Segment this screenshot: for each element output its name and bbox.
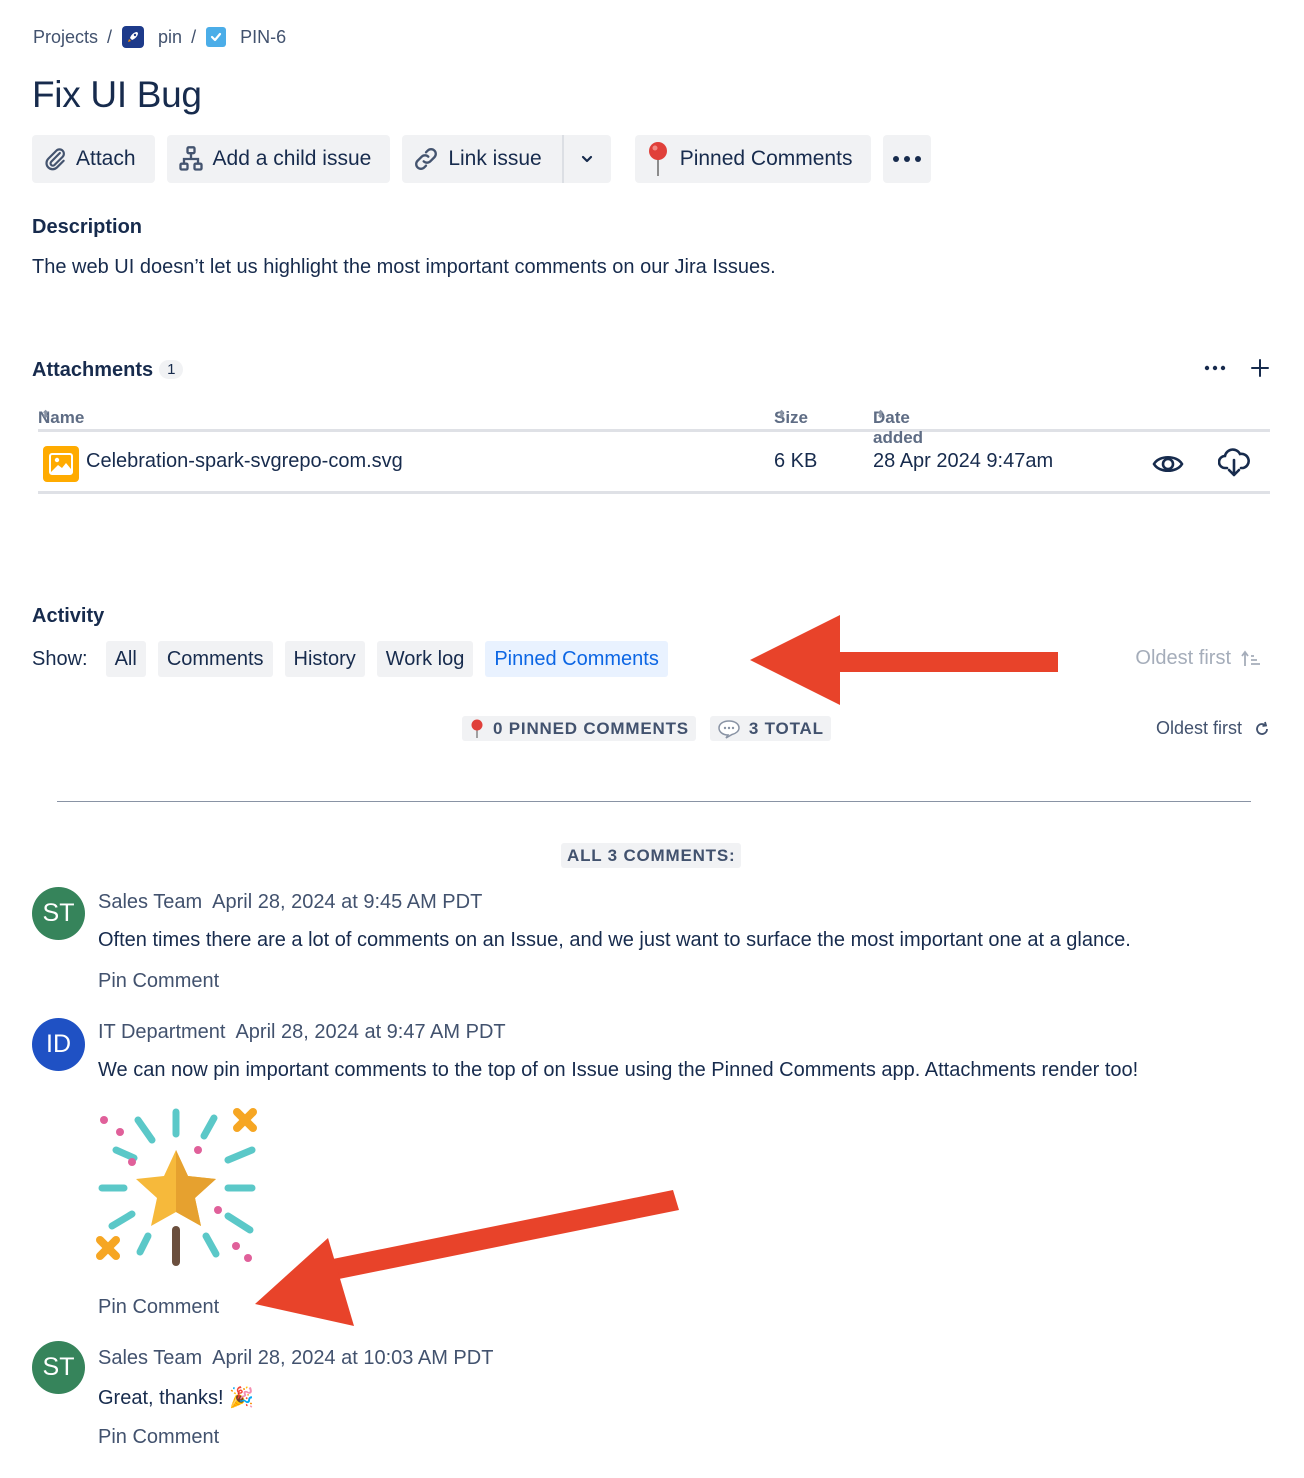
speech-bubble-icon [718, 719, 740, 739]
avatar: ID [32, 1018, 85, 1071]
comment-header: Sales Team April 28, 2024 at 9:45 AM PDT [98, 891, 482, 914]
eye-icon[interactable] [1152, 451, 1184, 477]
pinned-stats: 0 PINNED COMMENTS 3 TOTAL [462, 716, 831, 741]
filter-history[interactable]: History [284, 641, 365, 677]
sort-ascending-icon [1241, 650, 1260, 666]
task-checkbox-icon [206, 27, 227, 47]
comment-timestamp: April 28, 2024 at 10:03 AM PDT [212, 1347, 494, 1369]
attachments-count-badge: 1 [159, 360, 184, 379]
annotation-arrow-pinned-filter [750, 615, 1058, 705]
chevron-down-icon [582, 155, 593, 163]
activity-heading: Activity [32, 605, 105, 627]
pinned-comments-button[interactable]: Pinned Comments [634, 135, 872, 183]
link-icon [415, 148, 438, 170]
attachments-table: Name ⬍ Size ⬍ Date added ⬍ Celebration-spar… [38, 398, 1270, 494]
comment-body: Often times there are a lot of comments … [98, 929, 1131, 951]
attachments-table-header: Name ⬍ Size ⬍ Date added ⬍ [38, 398, 1270, 447]
comment-author[interactable]: Sales Team [98, 1347, 202, 1369]
sort-icon: ⬍ [777, 409, 787, 421]
breadcrumb-project-link[interactable]: pin [158, 27, 182, 48]
pinned-comments-label: Pinned Comments [679, 147, 853, 170]
more-horizontal-icon [893, 156, 922, 162]
pinned-count-label: 0 PINNED COMMENTS [493, 718, 689, 738]
sort-icon: ⬍ [41, 409, 51, 421]
attachments-heading-label: Attachments [32, 359, 154, 381]
comment-header: IT Department April 28, 2024 at 9:47 AM P… [98, 1021, 506, 1044]
comment-author[interactable]: IT Department [98, 1021, 225, 1043]
description-text[interactable]: The web UI doesn’t let us highlight the … [32, 256, 776, 279]
attachments-actions [1204, 358, 1270, 378]
breadcrumb-separator: / [191, 26, 197, 47]
pin-comment-button[interactable]: Pin Comment [98, 1296, 219, 1319]
celebration-spark-image[interactable] [96, 1106, 262, 1268]
attachments-heading: Attachments 1 [32, 359, 184, 382]
link-issue-button[interactable]: Link issue [402, 135, 562, 183]
pinned-sort-label: Oldest first [1155, 718, 1242, 738]
activity-sort-toggle[interactable]: Oldest first [1135, 647, 1262, 670]
add-child-issue-label: Add a child issue [212, 147, 372, 170]
link-issue-label: Link issue [448, 147, 542, 170]
show-label: Show: [32, 647, 88, 670]
filter-work-log[interactable]: Work log [376, 641, 474, 677]
filter-pinned-comments[interactable]: Pinned Comments [485, 641, 668, 677]
pushpin-icon [470, 719, 484, 739]
all-comments-label: ALL 3 COMMENTS: [561, 843, 742, 868]
breadcrumb-separator: / [107, 26, 113, 47]
more-horizontal-icon[interactable] [1204, 365, 1226, 371]
add-child-issue-button[interactable]: Add a child issue [166, 135, 391, 183]
refresh-icon [1256, 721, 1268, 735]
comment-body: Great, thanks! 🎉 [98, 1387, 255, 1409]
divider [57, 801, 1251, 802]
comment-timestamp: April 28, 2024 at 9:47 AM PDT [235, 1021, 506, 1043]
filter-comments[interactable]: Comments [157, 641, 273, 677]
pin-comment-button[interactable]: Pin Comment [98, 970, 219, 993]
comment-header: Sales Team April 28, 2024 at 10:03 AM PDT [98, 1347, 493, 1370]
pushpin-icon [648, 142, 667, 176]
total-count-badge: 3 TOTAL [709, 716, 831, 741]
attach-button[interactable]: Attach [32, 135, 155, 183]
image-file-icon [43, 446, 79, 482]
activity-filter-row: Show: All Comments History Work log Pinn… [32, 641, 680, 677]
total-count-label: 3 TOTAL [748, 718, 824, 738]
hierarchy-icon [178, 146, 203, 171]
breadcrumb-projects-link[interactable]: Projects [33, 27, 98, 48]
comment-timestamp: April 28, 2024 at 9:45 AM PDT [212, 891, 483, 913]
link-issue-dropdown-button[interactable] [561, 135, 611, 183]
attachment-file-name[interactable]: Celebration-spark-svgrepo-com.svg [86, 450, 403, 473]
breadcrumb-issue-key[interactable]: PIN-6 [240, 27, 286, 48]
add-icon[interactable] [1250, 358, 1270, 378]
annotation-arrow-pin-comment [255, 1190, 679, 1326]
activity-sort-label: Oldest first [1135, 647, 1231, 669]
attachment-date-added: 28 Apr 2024 9:47am [873, 450, 1054, 472]
pinned-sort-toggle[interactable]: Oldest first [1156, 718, 1270, 739]
breadcrumb: Projects / pin / PIN-6 [33, 24, 286, 50]
comment-body: We can now pin important comments to the… [98, 1059, 1139, 1081]
issue-title[interactable]: Fix UI Bug [32, 74, 202, 116]
attach-label: Attach [76, 147, 136, 170]
attachment-file-size: 6 KB [774, 450, 818, 472]
sort-icon: ⬍ [876, 409, 886, 421]
issue-toolbar: Attach Add a child issue Link issue Pinn… [32, 135, 943, 183]
comment-author[interactable]: Sales Team [98, 891, 202, 913]
paperclip-icon [45, 148, 65, 171]
table-row[interactable]: Celebration-spark-svgrepo-com.svg 6 KB 2… [38, 432, 1270, 494]
filter-all[interactable]: All [105, 641, 146, 677]
more-actions-button[interactable] [883, 135, 932, 183]
avatar: ST [32, 887, 85, 940]
pinned-count-badge: 0 PINNED COMMENTS [462, 716, 696, 741]
description-heading: Description [32, 216, 143, 238]
pin-comment-button[interactable]: Pin Comment [98, 1426, 219, 1449]
avatar: ST [32, 1341, 85, 1394]
cloud-download-icon[interactable] [1218, 448, 1250, 478]
project-rocket-icon [122, 26, 145, 48]
